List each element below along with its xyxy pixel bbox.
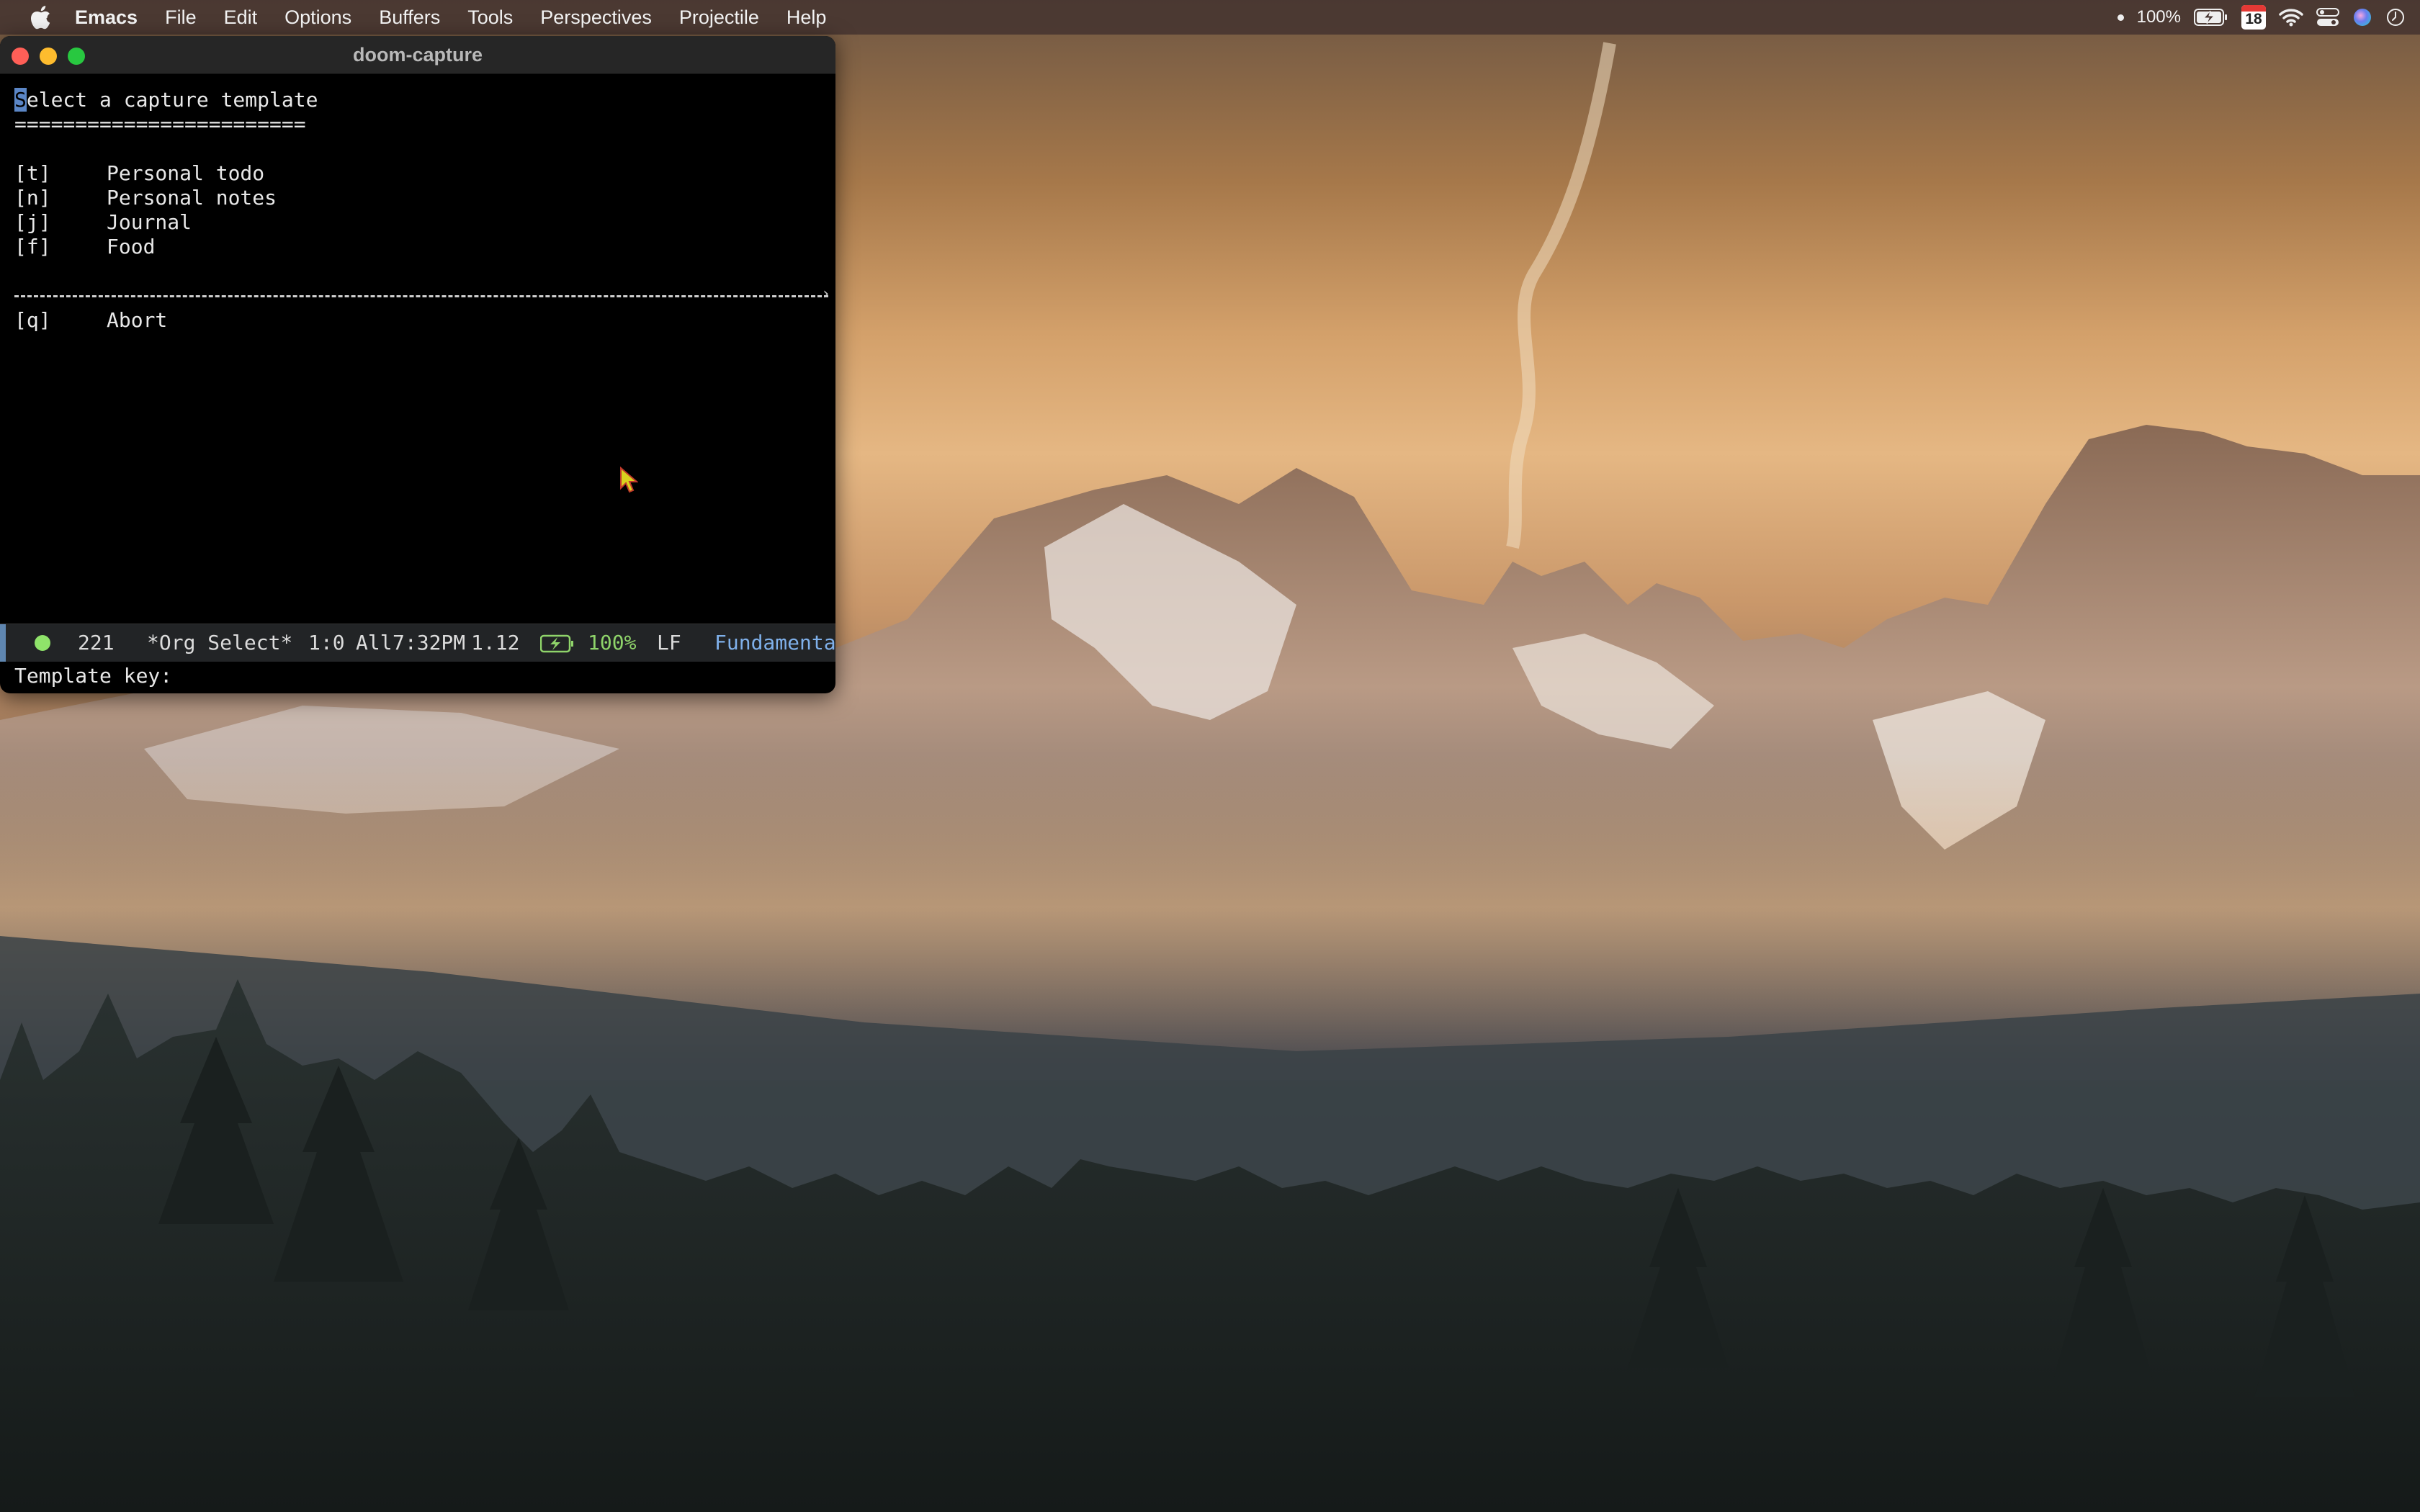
template-option-notes[interactable]: [n] Personal notes [14, 186, 277, 210]
modeline-position: 1:0 [308, 631, 345, 654]
minibuffer-prompt: Template key: [14, 664, 173, 688]
apple-icon[interactable] [26, 3, 55, 32]
modeline-line-count: 221 [78, 631, 115, 654]
option-key: [q] [14, 308, 51, 332]
continuation-arrow-icon: › [821, 285, 831, 303]
dot-icon[interactable] [2117, 14, 2124, 21]
dashed-separator [14, 295, 828, 297]
menu-projectile[interactable]: Projectile [679, 0, 759, 35]
heading-underline: ======================== [14, 112, 306, 136]
calendar-day: 18 [2245, 11, 2262, 27]
siri-icon[interactable] [2352, 7, 2372, 27]
modeline-accent-bar [0, 624, 6, 662]
window-titlebar[interactable]: doom-capture [0, 36, 835, 74]
mouse-pointer-icon [620, 467, 638, 493]
battery-charging-icon[interactable] [2194, 8, 2228, 27]
clock-icon[interactable] [2385, 7, 2406, 27]
option-label: Journal [107, 210, 192, 234]
text-cursor: S [14, 88, 27, 112]
template-option-journal[interactable]: [j] Journal [14, 210, 192, 235]
option-label: Personal notes [107, 186, 277, 210]
modeline-battery-icon [540, 634, 573, 653]
menu-file[interactable]: File [165, 0, 197, 35]
menu-buffers[interactable]: Buffers [379, 0, 440, 35]
capture-heading: Select a capture template [14, 88, 318, 112]
menu-perspectives[interactable]: Perspectives [540, 0, 652, 35]
menu-emacs[interactable]: Emacs [75, 0, 138, 35]
template-option-todo[interactable]: [t] Personal todo [14, 161, 264, 186]
template-option-food[interactable]: [f] Food [14, 235, 155, 259]
modeline-buffer-name[interactable]: *Org Select* [147, 624, 292, 662]
modeline-time: 7:32PM [393, 631, 466, 654]
menu-help[interactable]: Help [786, 0, 827, 35]
macos-menu-bar: Emacs File Edit Options Buffers Tools Pe… [0, 0, 2420, 35]
org-select-buffer[interactable]: Select a capture template ==============… [0, 73, 835, 621]
battery-percent: 100% [2136, 7, 2181, 27]
option-label: Food [107, 235, 156, 258]
modeline-eol[interactable]: LF [657, 624, 681, 662]
wifi-icon[interactable] [2279, 8, 2303, 27]
modeline-battery-percent: 100% [588, 631, 637, 654]
option-key: [t] [14, 161, 51, 185]
template-option-abort[interactable]: [q] Abort [14, 308, 167, 333]
modeline-load: 1.12 [471, 631, 520, 654]
calendar-icon[interactable]: 18 [2241, 5, 2266, 30]
window-title: doom-capture [352, 44, 483, 66]
modeline-scroll: All [356, 631, 393, 654]
option-key: [f] [14, 235, 51, 258]
option-key: [j] [14, 210, 51, 234]
modeline-major-mode[interactable]: Fundamenta [714, 624, 835, 662]
menu-options[interactable]: Options [284, 0, 351, 35]
option-label: Abort [107, 308, 168, 332]
control-center-icon[interactable] [2316, 7, 2339, 27]
menu-tools[interactable]: Tools [467, 0, 513, 35]
menu-edit[interactable]: Edit [224, 0, 258, 35]
status-area: 100% 18 [2117, 0, 2406, 35]
minibuffer[interactable]: Template key: [0, 661, 835, 693]
mode-line: 221 *Org Select* 1:0 All 7:32PM 1.12 100… [0, 624, 835, 662]
emacs-window: doom-capture Select a capture template =… [0, 36, 835, 693]
option-label: Personal todo [107, 161, 265, 185]
option-key: [n] [14, 186, 51, 210]
status-dot-icon [35, 635, 50, 651]
heading-text: elect a capture template [26, 88, 318, 112]
